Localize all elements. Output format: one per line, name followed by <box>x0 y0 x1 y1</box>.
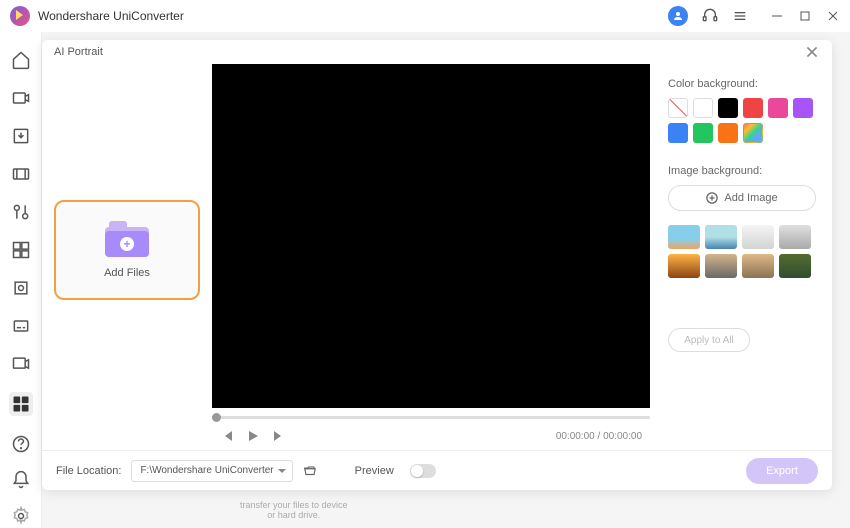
add-files-button[interactable]: + Add Files <box>54 200 200 300</box>
close-button[interactable] <box>826 9 840 23</box>
maximize-button[interactable] <box>798 9 812 23</box>
file-location-select[interactable]: F:\Wondershare UniConverter <box>131 460 292 482</box>
file-location-label: File Location: <box>56 465 121 477</box>
sidebar-compress[interactable] <box>11 164 31 184</box>
sidebar-settings[interactable] <box>11 506 31 526</box>
app-title: Wondershare UniConverter <box>38 9 184 23</box>
add-image-label: Add Image <box>724 192 777 204</box>
folder-plus-icon: + <box>105 221 149 257</box>
hamburger-icon[interactable] <box>732 8 748 24</box>
sidebar-video[interactable] <box>11 88 31 108</box>
bg-thumb-6[interactable] <box>705 254 737 278</box>
app-logo <box>10 6 30 26</box>
export-button[interactable]: Export <box>746 458 818 484</box>
user-icon[interactable] <box>668 6 688 26</box>
color-green[interactable] <box>693 123 713 143</box>
sidebar-edit[interactable] <box>11 202 31 222</box>
bg-thumb-8[interactable] <box>779 254 811 278</box>
sidebar-merge[interactable] <box>11 240 31 260</box>
color-white[interactable] <box>693 98 713 118</box>
minimize-button[interactable] <box>770 9 784 23</box>
modal-title: AI Portrait <box>54 46 103 58</box>
support-icon[interactable] <box>702 8 718 24</box>
sidebar-home[interactable] <box>11 50 31 70</box>
color-grid <box>668 98 816 143</box>
bg-thumb-3[interactable] <box>742 225 774 249</box>
sidebar-record[interactable] <box>11 354 31 374</box>
color-black[interactable] <box>718 98 738 118</box>
preview-label: Preview <box>355 465 394 477</box>
scrubber[interactable] <box>212 412 650 422</box>
bg-thumb-1[interactable] <box>668 225 700 249</box>
sidebar-toolbox[interactable] <box>9 392 33 416</box>
add-image-button[interactable]: Add Image <box>668 185 816 211</box>
folder-open-icon[interactable] <box>303 464 317 478</box>
color-red[interactable] <box>743 98 763 118</box>
add-files-label: Add Files <box>104 267 150 279</box>
color-pink[interactable] <box>768 98 788 118</box>
color-rainbow[interactable] <box>743 123 763 143</box>
bg-thumb-2[interactable] <box>705 225 737 249</box>
preview-canvas <box>212 64 650 408</box>
sidebar-crop[interactable] <box>11 278 31 298</box>
bg-thumb-4[interactable] <box>779 225 811 249</box>
bg-thumb-7[interactable] <box>742 254 774 278</box>
close-icon[interactable] <box>804 44 820 60</box>
next-button[interactable] <box>272 429 286 443</box>
prev-button[interactable] <box>220 429 234 443</box>
color-purple[interactable] <box>793 98 813 118</box>
sidebar-notifications[interactable] <box>11 470 31 490</box>
color-orange[interactable] <box>718 123 738 143</box>
image-grid <box>668 225 816 278</box>
play-button[interactable] <box>246 429 260 443</box>
apply-all-button[interactable]: Apply to All <box>668 328 750 352</box>
sidebar-download[interactable] <box>11 126 31 146</box>
color-transparent[interactable] <box>668 98 688 118</box>
color-blue[interactable] <box>668 123 688 143</box>
bg-thumb-5[interactable] <box>668 254 700 278</box>
sidebar-help[interactable] <box>11 434 31 454</box>
bg-card-text: transfer your files to deviceor hard dri… <box>240 500 348 520</box>
time-display: 00:00:00 / 00:00:00 <box>556 431 642 442</box>
color-bg-label: Color background: <box>668 78 816 90</box>
image-bg-label: Image background: <box>668 165 816 177</box>
sidebar-subtitle[interactable] <box>11 316 31 336</box>
preview-toggle[interactable] <box>410 464 436 478</box>
